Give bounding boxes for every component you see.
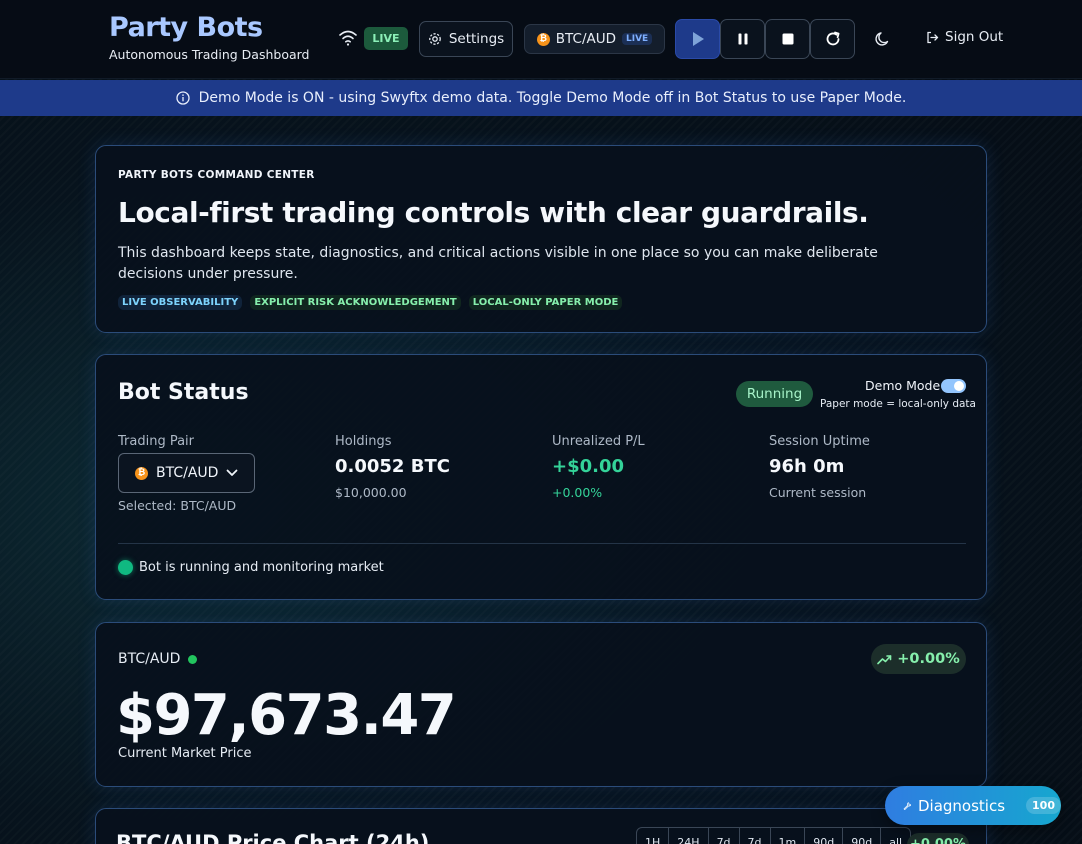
app-title: Party Bots xyxy=(109,12,263,43)
uptime-value: 96h 0m xyxy=(769,456,845,477)
banner-text: Demo Mode is ON - using Swyftx demo data… xyxy=(198,90,907,106)
price-chart-card: BTC/AUD Price Chart (24h) 1H 24H 7d 7d 1… xyxy=(95,808,987,844)
timeframe-option[interactable]: 24H xyxy=(669,828,709,844)
trending-up-icon xyxy=(877,654,892,664)
gear-icon xyxy=(428,33,441,45)
chip-live-observability: LIVE OBSERVABILITY xyxy=(118,295,243,310)
start-bot-button[interactable] xyxy=(675,19,720,59)
market-pair: BTC/AUD xyxy=(118,651,198,667)
market-pair-label: BTC/AUD xyxy=(118,651,181,667)
pause-bot-button[interactable] xyxy=(720,19,765,59)
diagnostics-label: Diagnostics xyxy=(917,796,1006,815)
demo-mode-note: Paper mode = local-only data xyxy=(820,398,976,410)
hero-chips: LIVE OBSERVABILITY EXPLICIT RISK ACKNOWL… xyxy=(118,295,623,310)
moon-icon[interactable] xyxy=(874,30,892,48)
play-icon xyxy=(692,32,704,46)
chart-title: BTC/AUD Price Chart (24h) xyxy=(116,831,430,844)
app-subtitle: Autonomous Trading Dashboard xyxy=(109,47,310,62)
current-price: $97,673.47 xyxy=(116,683,457,748)
trading-pair-value: BTC/AUD xyxy=(156,465,219,481)
hero-description: This dashboard keeps state, diagnostics,… xyxy=(118,245,878,282)
info-icon xyxy=(176,91,190,105)
refresh-button[interactable] xyxy=(810,19,855,59)
live-badge: LIVE xyxy=(364,27,408,50)
diagnostics-button[interactable]: Diagnostics 100 xyxy=(885,786,1061,825)
timeframe-option[interactable]: 1m xyxy=(771,828,806,844)
pause-icon xyxy=(738,33,747,45)
settings-button[interactable]: Settings xyxy=(419,21,513,57)
demo-mode-toggle[interactable] xyxy=(941,379,966,393)
selected-pair-note: Selected: BTC/AUD xyxy=(118,498,237,513)
stop-icon xyxy=(782,33,793,45)
pnl-value: +$0.00 xyxy=(552,456,625,477)
refresh-icon xyxy=(826,31,839,46)
settings-label: Settings xyxy=(448,31,505,47)
trading-pair-select[interactable]: ₿ BTC/AUD xyxy=(118,453,255,493)
chip-paper-mode: LOCAL-ONLY PAPER MODE xyxy=(468,295,623,310)
status-message: Bot is running and monitoring market xyxy=(139,560,384,575)
bot-status-card: Bot Status Running Demo Mode Paper mode … xyxy=(95,354,987,600)
market-price-card: BTC/AUD +0.00% $97,673.47 Current Market… xyxy=(95,622,987,787)
bot-status-title: Bot Status xyxy=(118,380,249,405)
pnl-percent: +0.00% xyxy=(552,485,603,500)
hero-eyebrow: PARTY BOTS COMMAND CENTER xyxy=(118,169,315,181)
timeframe-option[interactable]: 1H xyxy=(637,828,670,844)
chart-change-badge: +0.00% xyxy=(907,833,969,844)
running-status-badge: Running xyxy=(736,381,813,407)
diagnostics-count-badge: 100 xyxy=(1026,797,1061,814)
timeframe-option[interactable]: 90d xyxy=(843,828,882,844)
stop-bot-button[interactable] xyxy=(765,19,810,59)
pair-label: BTC/AUD xyxy=(555,31,616,47)
holdings-label: Holdings xyxy=(335,434,392,449)
timeframe-selector: 1H 24H 7d 7d 1m 90d 90d all xyxy=(636,827,912,844)
sign-out-button[interactable]: Sign Out xyxy=(926,29,1003,45)
holdings-sub: $10,000.00 xyxy=(335,485,407,500)
uptime-label: Session Uptime xyxy=(769,434,870,449)
price-change-badge: +0.00% xyxy=(871,644,966,674)
pair-live-badge: LIVE xyxy=(622,33,653,45)
demo-mode-label: Demo Mode xyxy=(865,378,941,393)
demo-mode-banner: Demo Mode is ON - using Swyftx demo data… xyxy=(0,80,1082,116)
timeframe-option[interactable]: 7d xyxy=(740,828,771,844)
bitcoin-icon: ₿ xyxy=(135,466,148,480)
market-live-dot xyxy=(188,654,198,664)
pair-selector-button[interactable]: ₿ BTC/AUD LIVE xyxy=(524,24,665,54)
price-change-value: +0.00% xyxy=(897,651,960,667)
sign-out-icon xyxy=(927,31,939,43)
pnl-label: Unrealized P/L xyxy=(552,434,645,449)
command-center-card: PARTY BOTS COMMAND CENTER Local-first tr… xyxy=(95,145,987,333)
chip-risk-acknowledgement: EXPLICIT RISK ACKNOWLEDGEMENT xyxy=(250,295,461,310)
top-header: Party Bots Autonomous Trading Dashboard … xyxy=(0,0,1082,79)
wifi-icon xyxy=(339,30,357,46)
chevron-down-icon xyxy=(227,469,238,476)
timeframe-option[interactable]: 90d xyxy=(805,828,844,844)
sign-out-label: Sign Out xyxy=(945,29,1004,45)
wrench-icon xyxy=(903,801,911,810)
uptime-sub: Current session xyxy=(769,485,867,500)
hero-heading: Local-first trading controls with clear … xyxy=(118,196,869,229)
timeframe-option[interactable]: 7d xyxy=(709,828,740,844)
status-indicator-dot xyxy=(118,560,133,575)
bitcoin-icon: ₿ xyxy=(536,32,550,46)
holdings-value: 0.0052 BTC xyxy=(335,456,450,477)
trading-pair-label: Trading Pair xyxy=(118,434,195,449)
status-divider xyxy=(118,543,966,544)
current-price-label: Current Market Price xyxy=(118,746,252,761)
timeframe-option[interactable]: all xyxy=(881,828,910,844)
